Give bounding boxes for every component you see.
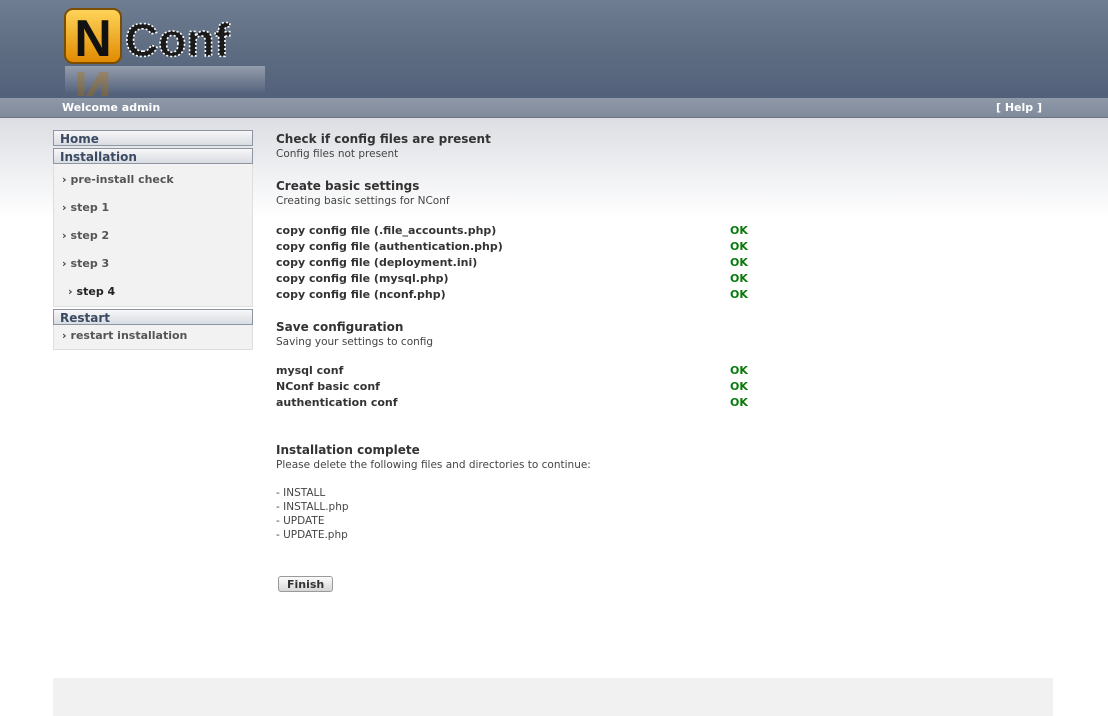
sidebar-installation-header: Installation: [53, 148, 253, 164]
sidebar-item-pre-install-check[interactable]: › pre-install check: [54, 166, 252, 194]
sidebar-item-step-1[interactable]: › step 1: [54, 194, 252, 222]
svg-text:Conf: Conf: [125, 14, 230, 66]
status-ok: OK: [730, 240, 748, 253]
sidebar-item-step-2[interactable]: › step 2: [54, 222, 252, 250]
installation-group: › pre-install check › step 1 › step 2 › step…: [53, 164, 253, 307]
sidebar-restart-header: Restart: [53, 309, 253, 325]
status-label: copy config file (authentication.php): [276, 240, 503, 253]
header-banner: N Conf N: [0, 0, 1108, 99]
sidebar-item-label: step 4: [76, 285, 116, 298]
sidebar-item-step-4[interactable]: › step 4: [54, 278, 252, 306]
sidebar-nav: Home Installation › pre-install check › st…: [53, 130, 253, 352]
welcome-text: Welcome admin: [62, 101, 161, 114]
save-title: Save configuration: [276, 320, 404, 334]
sidebar-item-label: restart installation: [70, 329, 188, 342]
sidebar-item-label: step 2: [70, 229, 110, 242]
status-ok: OK: [730, 224, 748, 237]
file-list-item: - INSTALL.php: [276, 501, 349, 513]
file-list-item: - UPDATE: [276, 515, 325, 527]
status-ok: OK: [730, 364, 748, 377]
main-content: Check if config files are present Config…: [276, 131, 1056, 592]
status-row: authentication conf OK: [276, 395, 1056, 411]
restart-group: › restart installation: [53, 325, 253, 350]
sidebar-item-restart-installation[interactable]: › restart installation: [54, 325, 252, 349]
status-row: mysql conf OK: [276, 363, 1056, 379]
save-subtitle: Saving your settings to config: [276, 336, 434, 348]
status-label: NConf basic conf: [276, 380, 380, 393]
basic-subtitle: Creating basic settings for NConf: [276, 195, 450, 207]
chevron-right-icon: ›: [62, 257, 67, 270]
status-label: copy config file (.file_accounts.php): [276, 224, 497, 237]
sidebar-item-step-3[interactable]: › step 3: [54, 250, 252, 278]
finish-button[interactable]: Finish: [278, 576, 334, 592]
chevron-right-icon: ›: [62, 201, 67, 214]
basic-title: Create basic settings: [276, 179, 420, 193]
welcome-bar: Welcome admin [ Help ]: [0, 98, 1108, 118]
status-row: copy config file (mysql.php) OK: [276, 271, 1056, 287]
sidebar-item-label: step 1: [70, 201, 110, 214]
svg-text:N: N: [74, 60, 112, 96]
status-ok: OK: [730, 396, 748, 409]
chevron-right-icon: ›: [68, 285, 73, 298]
status-row: copy config file (authentication.php) OK: [276, 239, 1056, 255]
status-ok: OK: [730, 256, 748, 269]
status-ok: OK: [730, 380, 748, 393]
status-label: authentication conf: [276, 396, 398, 409]
file-list-item: - UPDATE.php: [276, 529, 348, 541]
chevron-right-icon: ›: [62, 329, 67, 342]
complete-subtitle: Please delete the following files and di…: [276, 459, 591, 471]
footer-bar: [53, 678, 1053, 716]
check-title: Check if config files are present: [276, 132, 491, 146]
status-row: copy config file (nconf.php) OK: [276, 287, 1056, 303]
status-ok: OK: [730, 272, 748, 285]
status-label: copy config file (nconf.php): [276, 288, 446, 301]
status-label: mysql conf: [276, 364, 344, 377]
sidebar-item-label: pre-install check: [70, 173, 174, 186]
check-subtitle: Config files not present: [276, 148, 399, 160]
status-row: copy config file (.file_accounts.php) OK: [276, 223, 1056, 239]
help-link[interactable]: [ Help ]: [996, 98, 1042, 117]
sidebar-item-label: step 3: [70, 257, 110, 270]
status-label: copy config file (mysql.php): [276, 272, 449, 285]
status-ok: OK: [730, 288, 748, 301]
chevron-right-icon: ›: [62, 229, 67, 242]
status-row: copy config file (deployment.ini) OK: [276, 255, 1056, 271]
svg-text:N: N: [74, 10, 112, 68]
complete-title: Installation complete: [276, 443, 420, 457]
status-label: copy config file (deployment.ini): [276, 256, 478, 269]
file-list-item: - INSTALL: [276, 487, 326, 499]
nconf-logo[interactable]: N Conf N: [64, 8, 274, 96]
chevron-right-icon: ›: [62, 173, 67, 186]
sidebar-home[interactable]: Home: [53, 130, 253, 146]
status-row: NConf basic conf OK: [276, 379, 1056, 395]
